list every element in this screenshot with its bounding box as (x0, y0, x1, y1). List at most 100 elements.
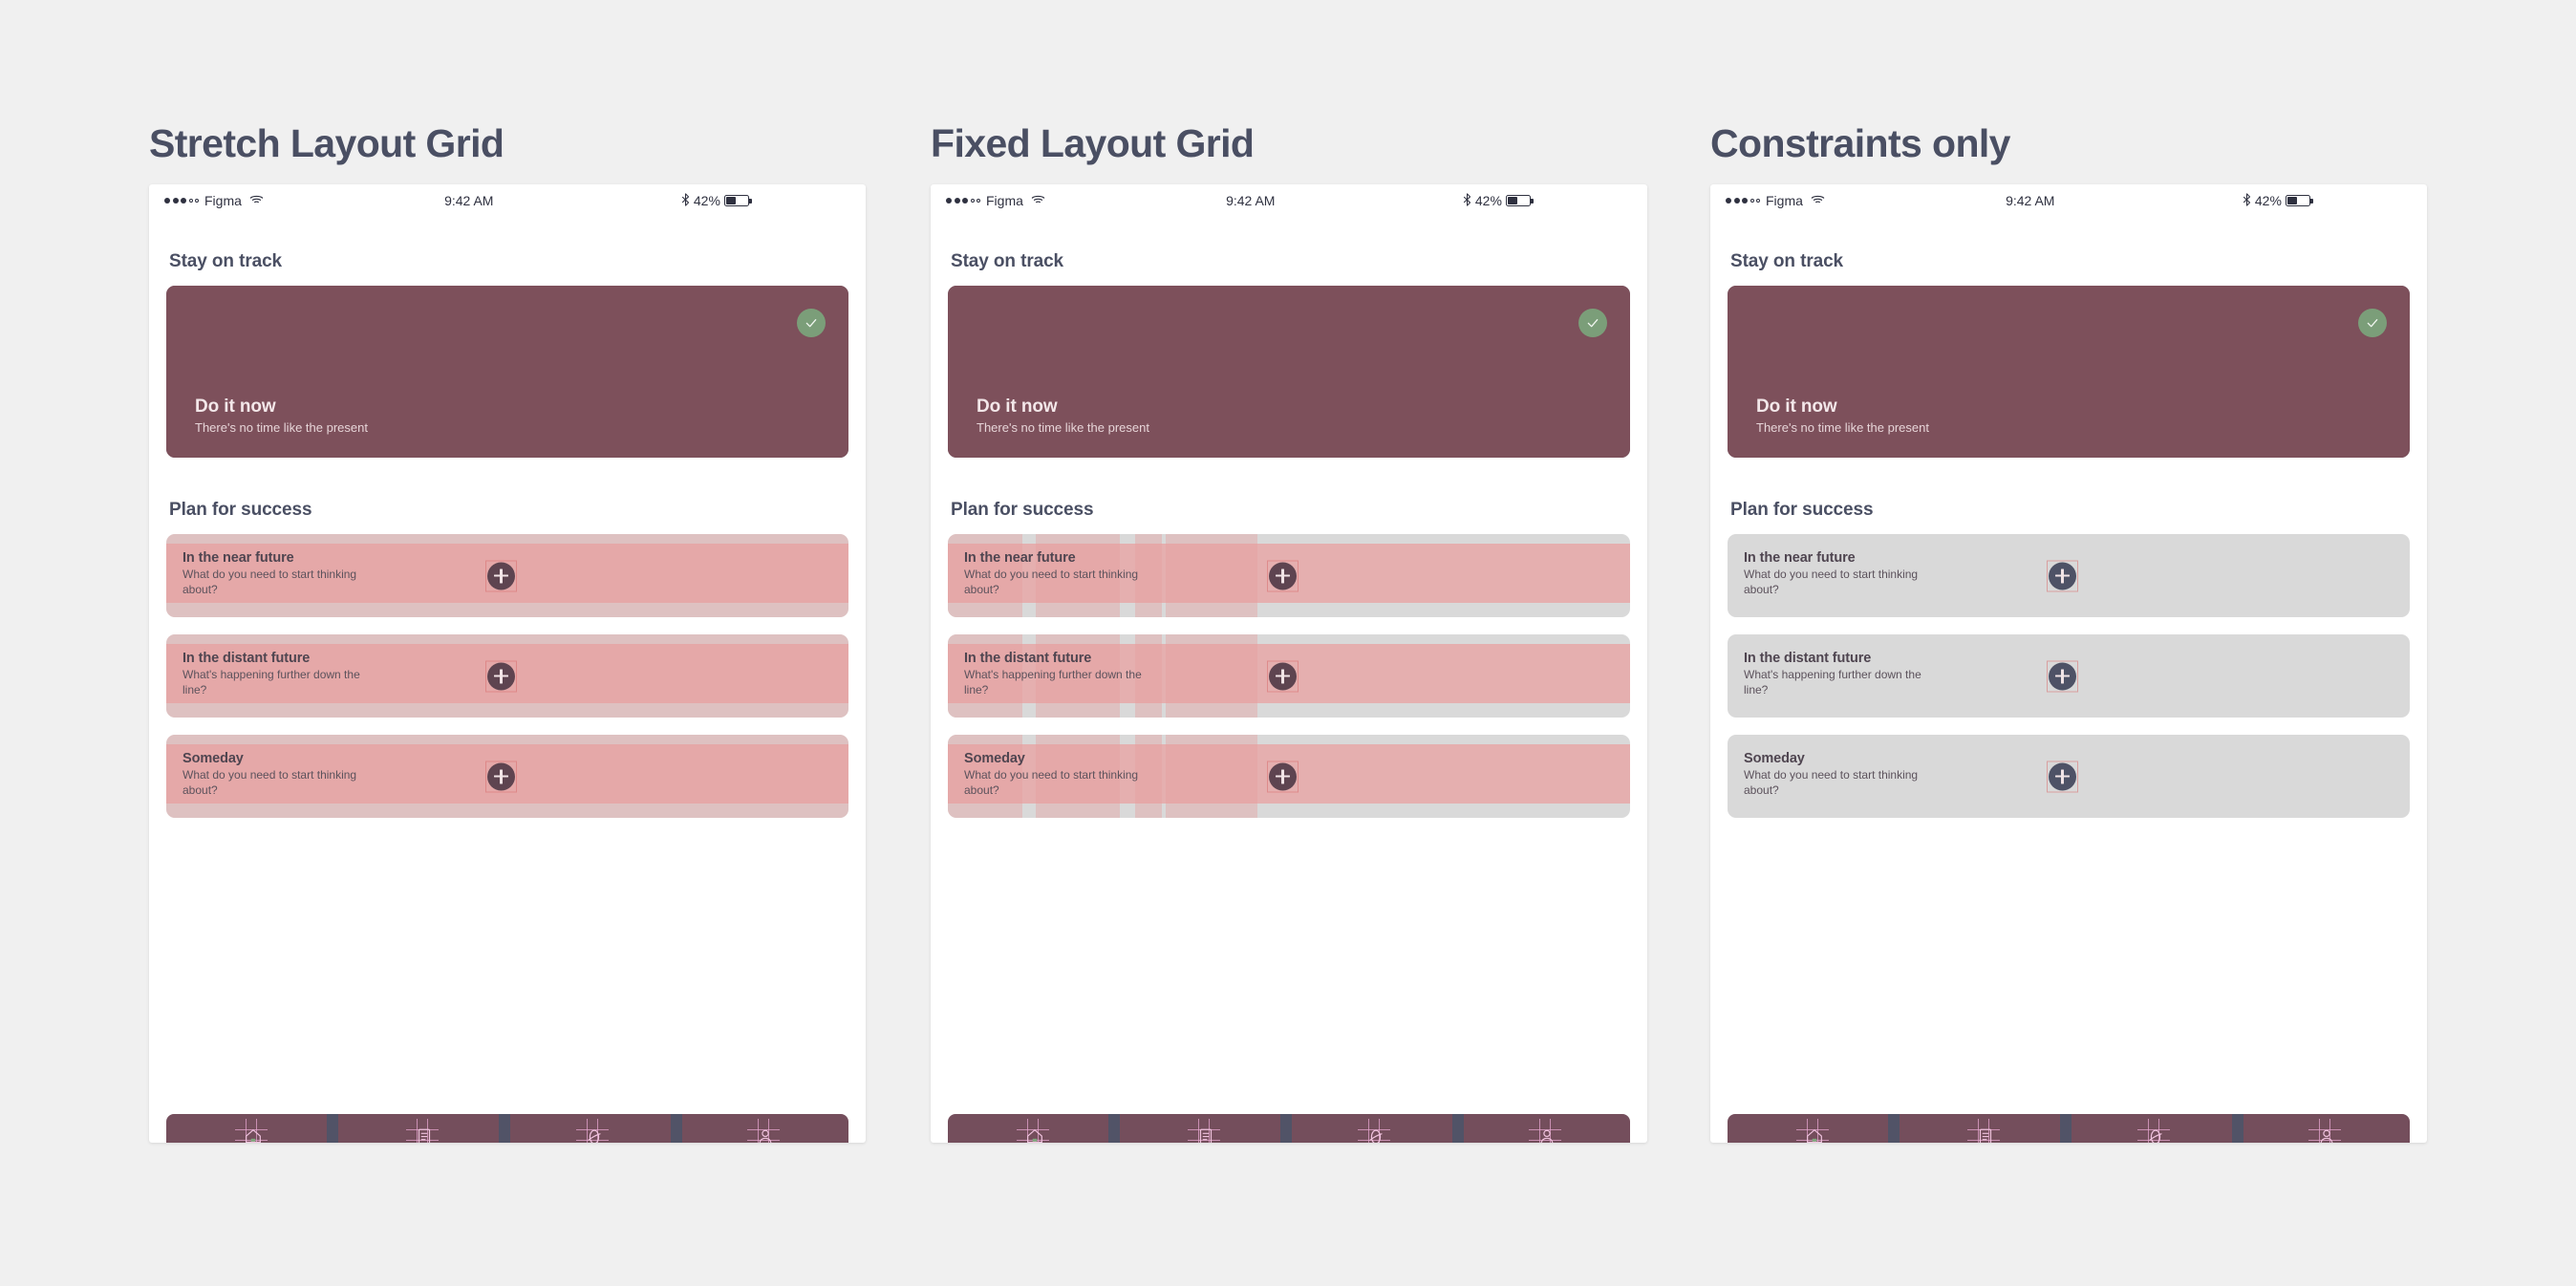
status-bar-left: Figma (946, 193, 1174, 208)
carrier-label: Figma (1766, 193, 1803, 208)
tab-item-list[interactable] (1899, 1114, 2070, 1143)
list-icon (1187, 1119, 1220, 1143)
list-card[interactable]: In the distant future What's happening fu… (948, 634, 1630, 718)
tab-item-home[interactable] (1728, 1114, 1899, 1143)
section-title-plan-for-success: Plan for success (951, 500, 1094, 520)
tab-item-profile[interactable] (678, 1114, 849, 1143)
card-subtitle: What do you need to start thinking about… (964, 568, 1139, 596)
variant-fixed: Fixed Layout Grid Figma 9:42 AM 42% Stay on … (931, 124, 1666, 1143)
card-title: Someday (182, 751, 244, 766)
card-text-block: In the distant future What's happening fu… (1744, 651, 1925, 697)
status-bar-left: Figma (164, 193, 393, 208)
add-item-button[interactable] (2047, 560, 2078, 591)
add-item-button[interactable] (485, 761, 517, 792)
tab-item-saved[interactable] (1289, 1114, 1460, 1143)
card-title: In the near future (1744, 550, 1856, 566)
selection-marquee (485, 660, 517, 692)
status-bar-right: 42% (1404, 192, 1632, 209)
card-title: Someday (964, 751, 1025, 766)
list-card[interactable]: Someday What do you need to start thinkin… (1728, 735, 2410, 818)
tab-item-saved[interactable] (2069, 1114, 2240, 1143)
card-subtitle: What do you need to start thinking about… (182, 768, 357, 797)
wifi-icon (249, 193, 264, 208)
add-item-button[interactable] (1267, 660, 1299, 692)
add-item-button[interactable] (485, 560, 517, 591)
completed-badge[interactable] (2358, 309, 2387, 337)
wifi-icon (1811, 193, 1825, 208)
card-text-block: In the distant future What's happening fu… (964, 651, 1146, 697)
card-list: In the near future What do you need to st… (166, 534, 848, 818)
section-title-plan-for-success: Plan for success (169, 500, 312, 520)
list-icon (1966, 1119, 2000, 1143)
section-title-stay-on-track: Stay on track (169, 251, 283, 271)
section-title-stay-on-track: Stay on track (1730, 251, 1844, 271)
card-subtitle: What's happening further down the line? (1744, 668, 1921, 697)
tab-item-profile[interactable] (1460, 1114, 1631, 1143)
list-card[interactable]: In the near future What do you need to st… (948, 534, 1630, 617)
tab-item-home[interactable] (948, 1114, 1119, 1143)
list-card[interactable]: Someday What do you need to start thinkin… (166, 735, 848, 818)
add-item-button[interactable] (1267, 560, 1299, 591)
completed-badge[interactable] (1578, 309, 1607, 337)
completed-badge[interactable] (797, 309, 826, 337)
battery-percent-label: 42% (2254, 193, 2282, 208)
list-icon (405, 1119, 439, 1143)
tab-item-profile[interactable] (2240, 1114, 2411, 1143)
add-item-button[interactable] (2047, 660, 2078, 692)
list-card[interactable]: In the near future What do you need to st… (1728, 534, 2410, 617)
person-icon (746, 1119, 780, 1143)
bookmark-icon (576, 1119, 610, 1143)
home-icon (1796, 1119, 1830, 1143)
card-list: In the near future What do you need to st… (1728, 534, 2410, 818)
bluetooth-icon (1463, 192, 1471, 209)
hero-card[interactable]: Do it now There's no time like the presen… (948, 286, 1630, 458)
card-title: In the near future (182, 550, 294, 566)
status-bar: Figma 9:42 AM 42% (931, 184, 1647, 217)
variant-stretch: Stretch Layout Grid Figma 9:42 AM 42% Stay o… (149, 124, 885, 1143)
person-icon (2308, 1119, 2341, 1143)
hero-card[interactable]: Do it now There's no time like the presen… (166, 286, 848, 458)
tab-item-saved[interactable] (507, 1114, 678, 1143)
hero-card[interactable]: Do it now There's no time like the presen… (1728, 286, 2410, 458)
battery-icon (1505, 195, 1534, 206)
card-subtitle: What do you need to start thinking about… (1744, 768, 1919, 797)
add-item-button[interactable] (1267, 761, 1299, 792)
hero-subtitle: There's no time like the present (195, 420, 368, 435)
signal-strength-icon (164, 198, 199, 204)
selection-marquee (1267, 660, 1299, 692)
card-text-block: In the near future What do you need to st… (964, 550, 1146, 597)
selection-marquee (485, 560, 517, 591)
battery-fill (2287, 197, 2298, 204)
variant-title: Constraints only (1710, 121, 2010, 165)
add-item-button[interactable] (485, 660, 517, 692)
list-card[interactable]: In the near future What do you need to st… (166, 534, 848, 617)
hero-title: Do it now (195, 397, 276, 417)
selection-marquee (2047, 560, 2078, 591)
hero-subtitle: There's no time like the present (1756, 420, 1929, 435)
selection-marquee (1267, 560, 1299, 591)
home-icon (235, 1119, 268, 1143)
tab-bar (948, 1114, 1630, 1143)
list-card[interactable]: Someday What do you need to start thinkin… (948, 735, 1630, 818)
list-card[interactable]: In the distant future What's happening fu… (166, 634, 848, 718)
variant-none: Constraints only Figma 9:42 AM 42% Stay on t… (1710, 124, 2446, 1143)
tab-item-list[interactable] (1119, 1114, 1290, 1143)
tab-item-list[interactable] (337, 1114, 508, 1143)
hero-text-block: Do it now There's no time like the presen… (1756, 397, 1929, 435)
battery-percent-label: 42% (1474, 193, 1502, 208)
add-item-button[interactable] (2047, 761, 2078, 792)
tab-item-home[interactable] (166, 1114, 337, 1143)
section-title-plan-for-success: Plan for success (1730, 500, 1874, 520)
status-bar-left: Figma (1726, 193, 1954, 208)
selection-marquee (485, 761, 517, 792)
battery-icon (2285, 195, 2313, 206)
card-list: In the near future What do you need to st… (948, 534, 1630, 818)
phone-frame: Figma 9:42 AM 42% Stay on track Do it now The… (931, 184, 1647, 1143)
battery-icon (723, 195, 752, 206)
card-title: In the distant future (182, 651, 311, 666)
battery-fill (1508, 197, 1518, 204)
list-card[interactable]: In the distant future What's happening fu… (1728, 634, 2410, 718)
hero-subtitle: There's no time like the present (977, 420, 1149, 435)
status-bar: Figma 9:42 AM 42% (1710, 184, 2427, 217)
card-text-block: In the distant future What's happening fu… (182, 651, 364, 697)
